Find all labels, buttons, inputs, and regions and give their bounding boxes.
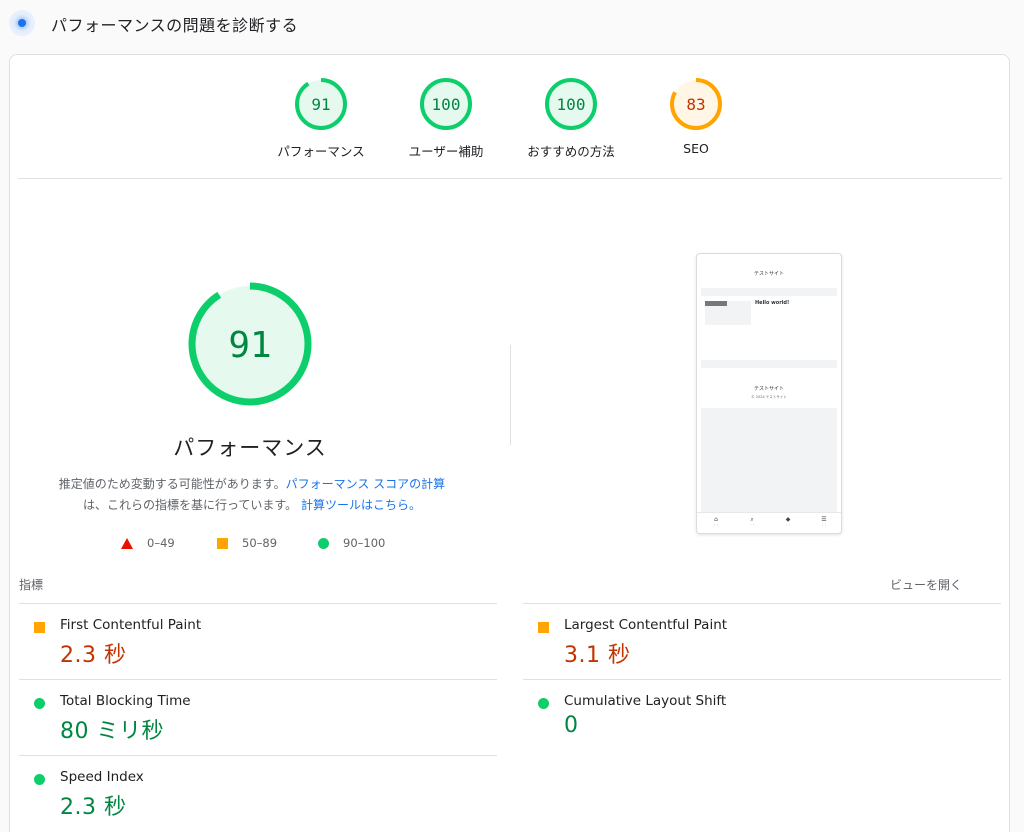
- category-gauge-best-practices[interactable]: 100 おすすめの方法: [511, 77, 631, 160]
- legend-range: 90–100: [343, 536, 386, 550]
- page-title: パフォーマンスの問題を診断する: [51, 16, 299, 35]
- metric-value: 80 ミリ秒: [60, 719, 164, 744]
- screenshot-band: [701, 288, 837, 296]
- legend-fail: 0–49: [121, 536, 175, 550]
- category-label: パフォーマンス: [277, 144, 365, 159]
- score-description: 推定値のため変動する可能性があります。パフォーマンス スコアの計算 は、これらの…: [40, 474, 464, 516]
- screenshot-band: [701, 360, 837, 368]
- square-icon: [217, 537, 228, 549]
- view-toggle-button[interactable]: ビューを開く: [890, 576, 962, 593]
- metric-total-blocking-time: Total Blocking Time 80 ミリ秒: [19, 680, 489, 756]
- screenshot-nav-item: ⌂ ・・: [698, 516, 734, 527]
- category-label: おすすめの方法: [527, 144, 615, 159]
- screenshot-nav-item: ☰ ・・: [806, 516, 841, 527]
- performance-score-gauge: 91: [186, 280, 314, 412]
- score-value: 91: [228, 325, 271, 366]
- score-legend: 0–49 50–89 90–100: [120, 536, 420, 556]
- score-gauge: 91: [295, 78, 347, 130]
- score-value: 100: [432, 95, 461, 114]
- page-screenshot-thumbnail[interactable]: テストサイト Hello world! テストサイト © 2024 テストサイト…: [696, 253, 842, 534]
- legend-range: 0–49: [147, 536, 175, 550]
- circle-icon: [34, 698, 45, 709]
- category-gauges: 91 パフォーマンス 100 ユーザー補助 100 おすすめの方法 83 SEO: [10, 77, 1011, 177]
- screenshot-post-title: Hello world!: [755, 300, 790, 306]
- score-value: 83: [686, 95, 705, 114]
- score-gauge: 100: [420, 78, 472, 130]
- score-gauge-large: 91: [188, 282, 312, 406]
- legend-average: 50–89: [217, 536, 277, 550]
- triangle-icon: [121, 537, 133, 549]
- metrics-heading: 指標: [19, 578, 44, 592]
- menu-icon: ☰: [821, 516, 827, 523]
- performance-title: パフォーマンス: [173, 436, 327, 460]
- legend-range: 50–89: [242, 536, 278, 550]
- metric-name: Largest Contentful Paint: [564, 617, 728, 633]
- metric-cumulative-layout-shift: Cumulative Layout Shift 0: [523, 680, 993, 756]
- screenshot-copyright: © 2024 テストサイト: [751, 395, 787, 399]
- score-gauge: 100: [545, 78, 597, 130]
- metric-value: 2.3 秒: [60, 643, 127, 668]
- screenshot-footer-title: テストサイト: [753, 386, 784, 392]
- search-icon: ⌕: [750, 516, 754, 523]
- circle-icon: [538, 698, 549, 709]
- metric-speed-index: Speed Index 2.3 秒: [19, 756, 489, 832]
- metric-name: First Contentful Paint: [60, 617, 202, 633]
- legend-pass: 90–100: [318, 536, 385, 550]
- metric-largest-contentful-paint: Largest Contentful Paint 3.1 秒: [523, 604, 993, 680]
- metric-name: Total Blocking Time: [60, 693, 191, 709]
- report-card: 91 パフォーマンス 100 ユーザー補助 100 おすすめの方法 83 SEO…: [9, 54, 1010, 832]
- square-icon: [34, 622, 45, 633]
- metric-first-contentful-paint: First Contentful Paint 2.3 秒: [19, 604, 489, 680]
- screenshot-nav-item: ⌕ ・・: [734, 516, 770, 527]
- screenshot-nav-item: ◆ ・・: [770, 516, 806, 527]
- category-gauge-performance[interactable]: 91 パフォーマンス: [261, 77, 381, 160]
- score-gauge: 83: [670, 78, 722, 130]
- category-label: SEO: [683, 141, 709, 156]
- screenshot-thumb-label: [705, 301, 727, 306]
- lighthouse-icon: [9, 10, 35, 36]
- calculator-link[interactable]: 計算ツールはこちら。: [301, 498, 421, 512]
- arrow-icon: ◆: [785, 516, 791, 523]
- metric-value: 2.3 秒: [60, 795, 127, 820]
- score-value: 100: [557, 95, 586, 114]
- circle-icon: [34, 774, 45, 785]
- score-calculation-link[interactable]: パフォーマンス スコアの計算: [286, 477, 446, 491]
- description-text: 推定値のため変動する可能性があります。: [58, 477, 286, 491]
- metric-value: 3.1 秒: [564, 643, 631, 668]
- metric-name: Cumulative Layout Shift: [564, 693, 727, 709]
- screenshot-site-title: テストサイト: [753, 271, 784, 277]
- home-icon: ⌂: [714, 516, 718, 523]
- square-icon: [538, 622, 549, 633]
- metric-value: 0: [564, 713, 579, 738]
- vertical-divider: [510, 345, 511, 445]
- divider: [18, 178, 1002, 179]
- category-gauge-seo[interactable]: 83 SEO: [636, 77, 756, 156]
- score-value: 91: [311, 95, 330, 114]
- description-text: は、これらの指標を基に行っています。: [82, 498, 298, 512]
- circle-icon: [318, 537, 329, 549]
- page-header: パフォーマンスの問題を診断する: [0, 0, 1024, 46]
- category-label: ユーザー補助: [408, 144, 484, 159]
- screenshot-empty-area: [701, 408, 837, 512]
- screenshot-bottom-nav: ⌂ ・・ ⌕ ・・ ◆ ・・ ☰ ・・: [697, 512, 841, 533]
- metric-name: Speed Index: [60, 769, 144, 785]
- category-gauge-accessibility[interactable]: 100 ユーザー補助: [386, 77, 506, 160]
